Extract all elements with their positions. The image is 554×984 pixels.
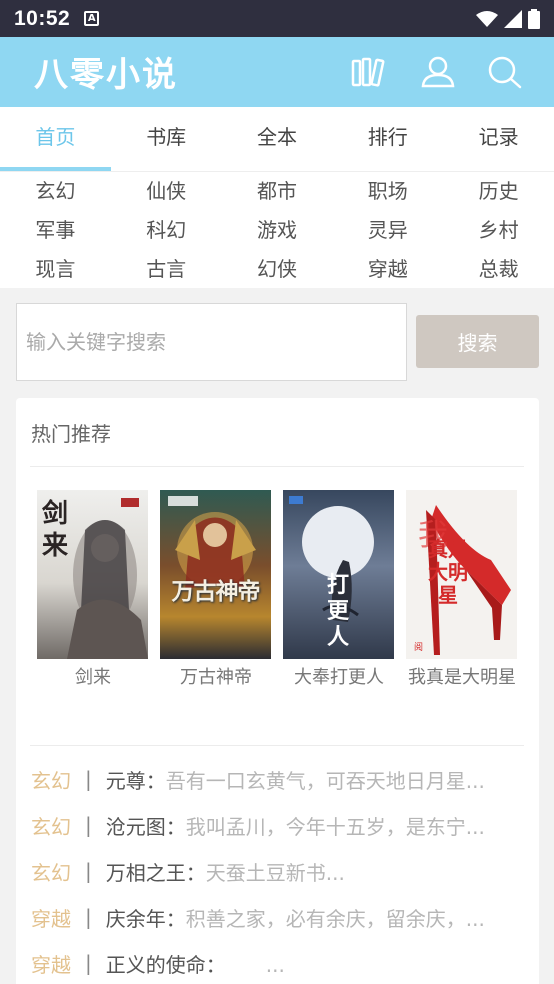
rec-book-name[interactable]: 正义的使命：: [106, 949, 226, 978]
rec-separator: |: [85, 951, 92, 975]
genre-link[interactable]: 玄幻: [0, 172, 111, 211]
book-item[interactable]: 打更人 大奉打更人: [283, 490, 395, 689]
app-logo[interactable]: 八零小说: [34, 47, 178, 96]
book-title[interactable]: 大奉打更人: [283, 663, 395, 689]
list-item[interactable]: 玄幻 | 元尊： 吾有一口玄黄气，可吞天地日月星...: [31, 756, 509, 802]
tab-ranking[interactable]: 排行: [332, 107, 443, 171]
genre-link[interactable]: 历史: [443, 172, 554, 211]
tab-library[interactable]: 书库: [111, 107, 222, 171]
book-cover-text: 真是大明星: [428, 537, 468, 607]
genre-link[interactable]: 游戏: [222, 211, 333, 250]
book-row: 剑来 剑来 万古神帝 万古神帝 打更人 大奉打更人 我 阅 真是大明星 我真是大…: [16, 490, 539, 690]
book-item[interactable]: 我 阅 真是大明星 我真是大明星: [406, 490, 518, 689]
signal-icon: [504, 9, 522, 28]
rec-book-name[interactable]: 元尊：: [106, 765, 166, 794]
rec-genre[interactable]: 穿越: [31, 903, 71, 932]
genre-link[interactable]: 灵异: [332, 211, 443, 250]
genre-link[interactable]: 科幻: [111, 211, 222, 250]
section-title: 热门推荐: [31, 422, 111, 446]
genre-link[interactable]: 古言: [111, 250, 222, 289]
tab-complete[interactable]: 全本: [222, 107, 333, 171]
search-input[interactable]: [16, 303, 407, 381]
genre-grid: 玄幻 仙侠 都市 职场 历史 军事 科幻 游戏 灵异 乡村 现言 古言 幻侠 穿…: [0, 171, 554, 288]
status-icons: [476, 8, 540, 29]
genre-link[interactable]: 职场: [332, 172, 443, 211]
list-item[interactable]: 穿越 | 正义的使命： ...: [31, 940, 509, 984]
search-row: 搜索: [16, 303, 539, 381]
genre-link[interactable]: 现言: [0, 250, 111, 289]
app-header: 八零小说: [0, 37, 554, 107]
rec-book-name[interactable]: 庆余年：: [106, 903, 186, 932]
genre-link[interactable]: 幻侠: [222, 250, 333, 289]
book-cover-text: 打更人: [326, 572, 349, 650]
rec-description: 积善之家，必有余庆，留余庆，...: [185, 906, 485, 931]
divider: [30, 745, 524, 746]
rec-genre[interactable]: 玄幻: [31, 811, 71, 840]
tab-home[interactable]: 首页: [0, 107, 111, 171]
status-bar: 10:52 A: [0, 0, 554, 37]
rec-genre[interactable]: 玄幻: [31, 765, 71, 794]
book-cover-text: 剑来: [41, 499, 68, 561]
divider: [30, 466, 524, 467]
search-icon[interactable]: [487, 54, 523, 90]
rec-separator: |: [85, 813, 92, 837]
genre-link[interactable]: 穿越: [332, 250, 443, 289]
tab-history[interactable]: 记录: [443, 107, 554, 171]
battery-icon: [528, 8, 540, 29]
wifi-icon: [476, 10, 498, 27]
search-button[interactable]: 搜索: [416, 315, 539, 368]
book-cover[interactable]: 打更人: [283, 490, 394, 659]
rec-description: 天蚕土豆新书...: [205, 860, 345, 885]
svg-text:阅: 阅: [414, 642, 423, 653]
book-title[interactable]: 我真是大明星: [406, 663, 518, 689]
rec-description: 我叫孟川，今年十五岁，是东宁...: [185, 814, 485, 839]
genre-link[interactable]: 军事: [0, 211, 111, 250]
list-item[interactable]: 玄幻 | 万相之王： 天蚕土豆新书...: [31, 848, 509, 894]
genre-link[interactable]: 仙侠: [111, 172, 222, 211]
list-item[interactable]: 玄幻 | 沧元图： 我叫孟川，今年十五岁，是东宁...: [31, 802, 509, 848]
list-item[interactable]: 穿越 | 庆余年： 积善之家，必有余庆，留余庆，...: [31, 894, 509, 940]
bookshelf-icon[interactable]: [350, 54, 386, 90]
nav-tabs: 首页 书库 全本 排行 记录: [0, 107, 554, 171]
book-title[interactable]: 万古神帝: [160, 663, 272, 689]
book-cover-text: 万古神帝: [171, 578, 261, 605]
rec-separator: |: [85, 905, 92, 929]
user-icon[interactable]: [420, 54, 456, 90]
rec-description: 吾有一口玄黄气，可吞天地日月星...: [165, 768, 485, 793]
book-cover[interactable]: 我 阅 真是大明星: [406, 490, 517, 659]
rec-book-name[interactable]: 沧元图：: [106, 811, 186, 840]
genre-link[interactable]: 总裁: [443, 250, 554, 289]
book-title[interactable]: 剑来: [37, 663, 149, 689]
hot-recommend-card: 热门推荐 剑来 剑来 万古神帝 万古神帝 打更人 大奉打更人 我 阅 真是大明星…: [16, 398, 539, 984]
genre-link[interactable]: 乡村: [443, 211, 554, 250]
rec-genre[interactable]: 玄幻: [31, 857, 71, 886]
book-cover[interactable]: 万古神帝: [160, 490, 271, 659]
book-item[interactable]: 剑来 剑来: [37, 490, 149, 689]
recommend-list: 玄幻 | 元尊： 吾有一口玄黄气，可吞天地日月星... 玄幻 | 沧元图： 我叫…: [31, 756, 509, 984]
rec-genre[interactable]: 穿越: [31, 949, 71, 978]
notification-app-icon: A: [84, 11, 100, 26]
rec-separator: |: [85, 859, 92, 883]
rec-separator: |: [85, 767, 92, 791]
rec-book-name[interactable]: 万相之王：: [106, 857, 206, 886]
genre-link[interactable]: 都市: [222, 172, 333, 211]
rec-description: ...: [225, 952, 285, 977]
status-time: 10:52: [14, 6, 71, 30]
book-cover[interactable]: 剑来: [37, 490, 148, 659]
book-item[interactable]: 万古神帝 万古神帝: [160, 490, 272, 689]
